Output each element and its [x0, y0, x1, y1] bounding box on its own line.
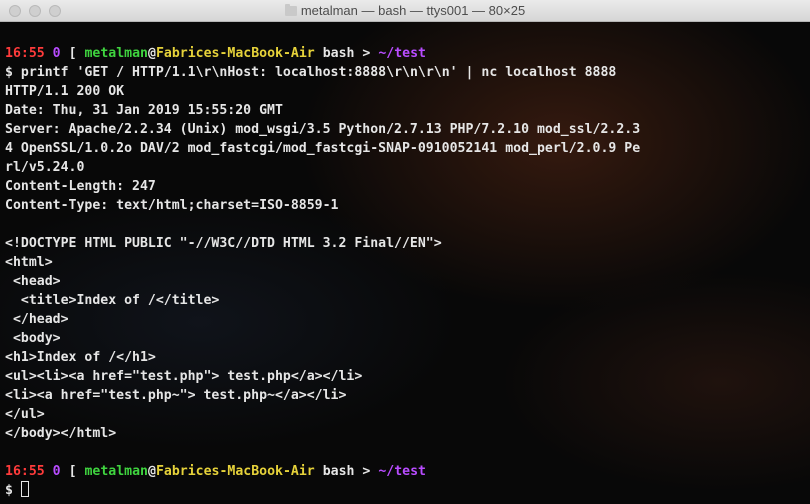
prompt-shell: bash [322, 464, 355, 479]
prompt-arrow: > [362, 464, 371, 479]
output-line: <body> [5, 331, 61, 346]
output-line: rl/v5.24.0 [5, 160, 85, 175]
title-bar[interactable]: metalman — bash — ttys001 — 80×25 [0, 0, 810, 22]
prompt-dollar: $ [5, 65, 13, 80]
output-line: Content-Length: 247 [5, 179, 156, 194]
output-line: <head> [5, 274, 61, 289]
prompt-host: Fabrices-MacBook-Air [155, 46, 315, 61]
output-line: <h1>Index of /</h1> [5, 350, 156, 365]
prompt-cwd: ~/test [378, 46, 426, 61]
output-line: Content-Type: text/html;charset=ISO-8859… [5, 198, 339, 213]
input-line[interactable]: $ [5, 481, 640, 500]
output-line: </body></html> [5, 426, 117, 441]
command-line: $ printf 'GET / HTTP/1.1\r\nHost: localh… [5, 63, 640, 82]
prompt-time: 16:55 [5, 464, 45, 479]
command-text: printf 'GET / HTTP/1.1\r\nHost: localhos… [20, 65, 617, 80]
output-line: <html> [5, 255, 53, 270]
prompt-cwd: ~/test [378, 464, 426, 479]
output-line: 4 OpenSSL/1.0.2o DAV/2 mod_fastcgi/mod_f… [5, 141, 641, 156]
terminal-content: 16:55 0 [ metalman@Fabrices-MacBook-Air … [5, 44, 640, 500]
prompt-at: @ [148, 46, 156, 61]
terminal-window: metalman — bash — ttys001 — 80×25 16:55 … [0, 0, 810, 504]
prompt-host: Fabrices-MacBook-Air [155, 464, 315, 479]
prompt-time: 16:55 [5, 46, 45, 61]
output-line: <!DOCTYPE HTML PUBLIC "-//W3C//DTD HTML … [5, 236, 442, 251]
prompt-line: 16:55 0 [ metalman@Fabrices-MacBook-Air … [5, 462, 640, 481]
folder-icon [284, 4, 297, 16]
prompt-bracket: [ [68, 46, 77, 61]
prompt-bracket: [ [68, 464, 77, 479]
prompt-exit-code: 0 [52, 464, 61, 479]
text-cursor[interactable] [20, 481, 29, 497]
prompt-shell: bash [322, 46, 355, 61]
terminal-view[interactable]: 16:55 0 [ metalman@Fabrices-MacBook-Air … [0, 22, 810, 504]
output-line: HTTP/1.1 200 OK [5, 84, 125, 99]
output-line: <title>Index of /</title> [5, 293, 220, 308]
prompt-dollar: $ [5, 483, 13, 498]
output-line: </head> [5, 312, 69, 327]
prompt-exit-code: 0 [52, 46, 61, 61]
window-title: metalman — bash — ttys001 — 80×25 [0, 0, 810, 22]
output-line: Date: Thu, 31 Jan 2019 15:55:20 GMT [5, 103, 283, 118]
prompt-user: metalman [84, 46, 148, 61]
prompt-at: @ [148, 464, 156, 479]
prompt-user: metalman [84, 464, 148, 479]
prompt-line: 16:55 0 [ metalman@Fabrices-MacBook-Air … [5, 44, 640, 63]
output-line: Server: Apache/2.2.34 (Unix) mod_wsgi/3.… [5, 122, 641, 137]
window-title-text: metalman — bash — ttys001 — 80×25 [300, 3, 526, 18]
output-line: <ul><li><a href="test.php"> test.php</a>… [5, 369, 363, 384]
output-line: </ul> [5, 407, 45, 422]
prompt-arrow: > [362, 46, 371, 61]
output-line: <li><a href="test.php~"> test.php~</a></… [5, 388, 347, 403]
